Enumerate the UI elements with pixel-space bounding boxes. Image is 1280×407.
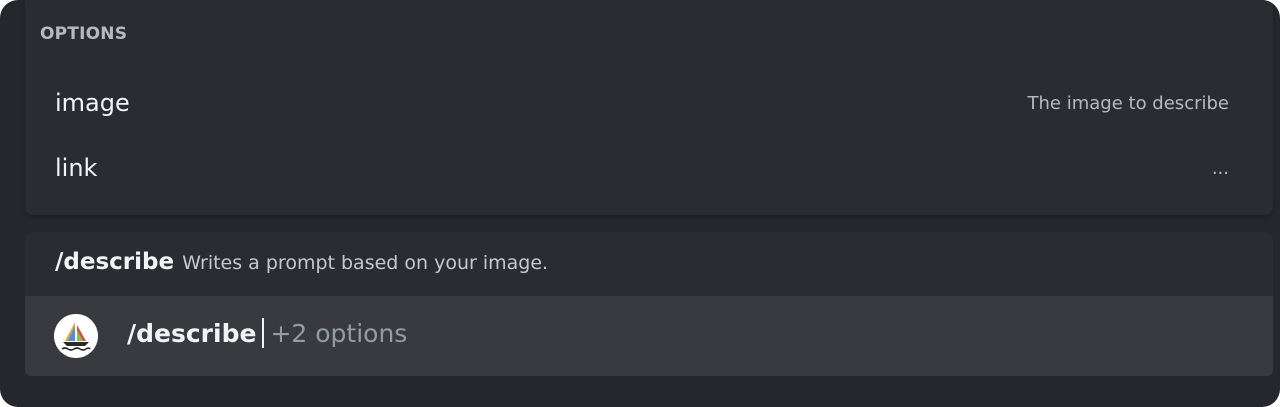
options-hint: +2 options (270, 318, 408, 348)
command-name: /describe (55, 249, 175, 275)
text-caret (262, 318, 265, 348)
command-input-row[interactable]: /describe +2 options (25, 296, 1273, 376)
command-description: Writes a prompt based on your image. (182, 252, 549, 274)
option-item-image[interactable]: image The image to describe (25, 75, 1273, 135)
options-panel: OPTIONS image The image to describe link… (25, 0, 1273, 215)
command-panel: /describe Writes a prompt based on your i… (25, 232, 1273, 376)
options-header: OPTIONS (40, 24, 128, 44)
option-item-link[interactable]: link ... (25, 140, 1273, 200)
option-description: ... (1211, 158, 1229, 179)
option-name: image (55, 89, 130, 117)
command-autocomplete-popup: OPTIONS image The image to describe link… (0, 0, 1280, 407)
input-command-value: /describe (127, 318, 257, 348)
command-input-text[interactable]: /describe +2 options (127, 318, 407, 348)
bot-avatar (54, 314, 98, 358)
option-description: The image to describe (1027, 93, 1229, 114)
command-info: /describe Writes a prompt based on your i… (55, 249, 548, 275)
midjourney-sailboat-icon (54, 314, 98, 358)
option-name: link (55, 154, 98, 182)
